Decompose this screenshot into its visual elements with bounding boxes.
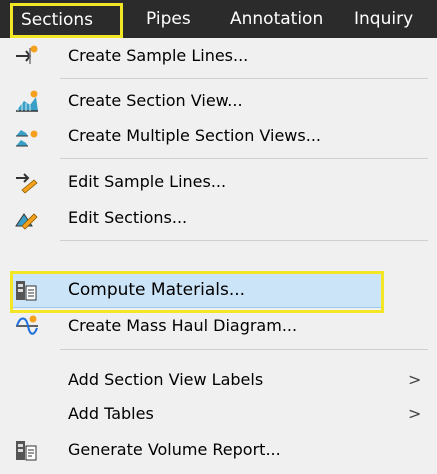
submenu-arrow-icon: >: [408, 404, 422, 423]
menu-item-label: Create Multiple Section Views...: [68, 126, 321, 145]
separator: [60, 158, 428, 159]
menu-item-add-section-view-labels[interactable]: Add Section View Labels >: [0, 362, 437, 398]
menu-item-label: Create Mass Haul Diagram...: [68, 316, 298, 335]
menu-item-create-sample-lines[interactable]: Create Sample Lines...: [0, 38, 437, 74]
edit-sections-icon: [14, 206, 40, 230]
volume-report-icon: [14, 438, 40, 462]
menu-item-edit-sample-lines[interactable]: Edit Sample Lines...: [0, 164, 437, 200]
menu-item-label: Add Section View Labels: [68, 370, 264, 389]
menu-item-generate-volume-report[interactable]: Generate Volume Report...: [0, 432, 437, 468]
separator: [60, 240, 428, 241]
menu-sections[interactable]: Sections: [10, 3, 123, 38]
separator: [60, 349, 428, 350]
section-view-icon: [14, 89, 40, 113]
menu-item-label: Add Tables: [68, 404, 154, 423]
menu-item-label: Create Section View...: [68, 91, 243, 110]
menu-item-create-mass-haul-diagram[interactable]: Create Mass Haul Diagram...: [0, 308, 437, 344]
menu-item-create-section-view[interactable]: Create Section View...: [0, 83, 437, 119]
mass-haul-icon: [14, 314, 40, 338]
menu-pipes[interactable]: Pipes: [146, 0, 191, 38]
menu-item-edit-sections[interactable]: Edit Sections...: [0, 200, 437, 236]
menu-bar: Sections Pipes Annotation Inquiry: [0, 0, 437, 38]
menu-item-add-tables[interactable]: Add Tables >: [0, 396, 437, 432]
menu-inquiry[interactable]: Inquiry: [354, 0, 413, 38]
sample-lines-icon: [14, 44, 40, 68]
menu-item-label: Edit Sample Lines...: [68, 172, 227, 191]
sections-dropdown: Create Sample Lines... Create Section Vi…: [0, 38, 437, 474]
multiple-section-views-icon: [14, 124, 40, 148]
menu-item-label: Create Sample Lines...: [68, 46, 249, 65]
separator: [60, 78, 428, 79]
edit-sample-lines-icon: [14, 170, 40, 194]
submenu-arrow-icon: >: [408, 370, 422, 389]
menu-item-label: Generate Volume Report...: [68, 440, 281, 459]
menu-item-label: Edit Sections...: [68, 208, 188, 227]
menu-annotation[interactable]: Annotation: [230, 0, 323, 38]
highlight-callout: [10, 271, 384, 313]
menu-item-create-multiple-section-views[interactable]: Create Multiple Section Views...: [0, 118, 437, 154]
